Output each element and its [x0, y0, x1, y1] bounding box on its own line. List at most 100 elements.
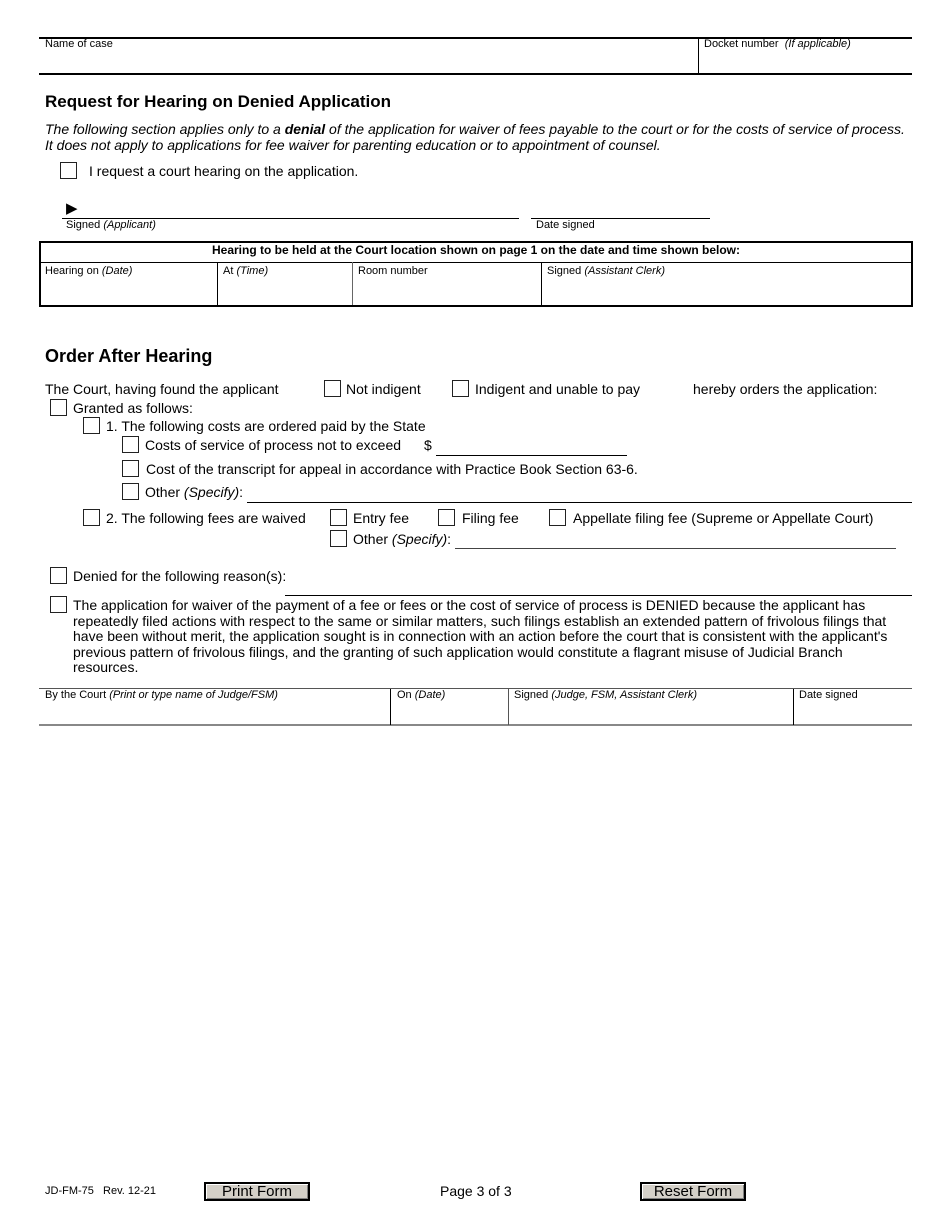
hearing-box-divider — [41, 262, 911, 263]
room-number-label: Room number — [358, 265, 428, 277]
case-header-divider — [698, 38, 699, 74]
other-hint: (Specify) — [183, 484, 240, 500]
granted-checkbox[interactable] — [50, 399, 67, 416]
by-court-hint: (Print or type name of Judge/FSM) — [109, 689, 278, 701]
denied-frivolous-text: The application for waiver of the paymen… — [73, 597, 888, 675]
signature-row-bottom — [39, 724, 912, 726]
intro-line2: It does not apply to applications for fe… — [45, 136, 661, 153]
other-fees-label: Other (Specify): — [353, 531, 451, 547]
costs-paid-by-state-checkbox[interactable] — [83, 417, 100, 434]
intro-bold: denial — [284, 121, 326, 137]
order-date-signed-label: Date signed — [799, 689, 858, 701]
dollar-sign: $ — [424, 437, 432, 453]
service-costs-amount-field[interactable] — [436, 437, 626, 454]
indigent-checkbox[interactable] — [452, 380, 469, 397]
denied-checkbox[interactable] — [50, 567, 67, 584]
assistant-clerk-signature-field[interactable] — [543, 278, 909, 303]
clerk-signed-hint: (Assistant Clerk) — [584, 265, 665, 277]
request-hearing-checkbox[interactable] — [60, 162, 77, 179]
hearing-time-field[interactable] — [219, 278, 350, 303]
by-court-text: By the Court — [45, 689, 110, 701]
other-costs-line — [247, 502, 912, 503]
hearing-col-divider-3 — [541, 262, 542, 305]
hearing-box-title: Hearing to be held at the Court location… — [211, 243, 741, 257]
hearing-on-label: Hearing on (Date) — [45, 265, 132, 277]
room-number-field[interactable] — [354, 278, 539, 303]
sig-col-divider-1 — [390, 689, 391, 725]
request-intro: The following section applies only to a … — [45, 121, 925, 153]
service-costs-label: Costs of service of process not to excee… — [145, 437, 402, 453]
applicant-signature-field[interactable] — [62, 199, 518, 217]
page-number: Page 3 of 3 — [440, 1183, 512, 1199]
judge-signature-field[interactable] — [510, 702, 791, 723]
court-found-text: The Court, having found the applicant — [45, 381, 279, 397]
at-hint: (Time) — [236, 265, 269, 277]
applicant-date-signed-field[interactable] — [531, 199, 709, 217]
transcript-cost-checkbox[interactable] — [122, 460, 139, 477]
request-hearing-label: I request a court hearing on the applica… — [89, 163, 359, 179]
judge-signed-text: Signed — [514, 689, 552, 701]
judge-signed-hint: (Judge, FSM, Assistant Clerk) — [551, 689, 697, 701]
hearing-date-field[interactable] — [42, 278, 215, 303]
name-of-case-label: Name of case — [45, 38, 113, 50]
denied-label: Denied for the following reason(s): — [73, 568, 287, 584]
form-id: JD-FM-75 Rev. 12-21 — [45, 1185, 157, 1197]
reset-form-button[interactable]: Reset Form — [640, 1182, 746, 1201]
signed-label: Signed — [66, 219, 104, 231]
sig-col-divider-2 — [508, 689, 509, 725]
hearing-col-divider-1 — [217, 262, 218, 305]
order-section-title: Order After Hearing — [45, 346, 213, 366]
docket-number-label: Docket number (If applicable) — [704, 38, 851, 50]
other-fees-field[interactable] — [455, 531, 895, 548]
request-section-title: Request for Hearing on Denied Applicatio… — [45, 92, 392, 111]
appellate-fee-label: Appellate filing fee (Supreme or Appella… — [573, 510, 874, 526]
sig-col-divider-3 — [793, 689, 794, 725]
intro-part2: of the application for waiver of fees pa… — [325, 121, 905, 137]
hereby-orders-text: hereby orders the application: — [693, 381, 878, 397]
hearing-col-divider-2 — [352, 262, 353, 305]
denied-reason-line — [285, 595, 912, 596]
filing-fee-checkbox[interactable] — [438, 509, 455, 526]
signed-hint: (Applicant) — [103, 219, 156, 231]
entry-fee-checkbox[interactable] — [330, 509, 347, 526]
other-costs-label: Other (Specify): — [145, 484, 243, 500]
print-form-button[interactable]: Print Form — [204, 1182, 310, 1201]
fees-waived-checkbox[interactable] — [83, 509, 100, 526]
judge-name-field[interactable] — [40, 702, 388, 723]
clerk-signed-text: Signed — [547, 265, 585, 277]
denied-frivolous-checkbox[interactable] — [50, 596, 67, 613]
docket-number-field[interactable] — [700, 50, 910, 72]
other-colon: : — [239, 484, 244, 500]
transcript-cost-label: Cost of the transcript for appeal in acc… — [146, 461, 638, 477]
assistant-clerk-signed-label: Signed (Assistant Clerk) — [547, 265, 665, 277]
docket-hint: (If applicable) — [784, 38, 851, 50]
entry-fee-label: Entry fee — [353, 510, 410, 526]
name-of-case-field[interactable] — [40, 50, 696, 72]
not-indigent-checkbox[interactable] — [324, 380, 341, 397]
other-fees-hint: (Specify) — [391, 531, 448, 547]
order-date-field[interactable] — [392, 702, 506, 723]
appellate-fee-checkbox[interactable] — [549, 509, 566, 526]
signed-applicant-label: Signed (Applicant) — [66, 219, 156, 231]
on-date-label: On (Date) — [397, 689, 445, 701]
hearing-on-hint: (Date) — [101, 265, 133, 277]
service-costs-checkbox[interactable] — [122, 436, 139, 453]
on-hint: (Date) — [414, 689, 446, 701]
hearing-on-text: Hearing on — [45, 265, 102, 277]
on-text: On — [397, 689, 415, 701]
filing-fee-label: Filing fee — [462, 510, 519, 526]
judge-signed-label: Signed (Judge, FSM, Assistant Clerk) — [514, 689, 697, 701]
indigent-label: Indigent and unable to pay — [475, 381, 641, 397]
other-costs-field[interactable] — [247, 484, 911, 501]
order-date-signed-field[interactable] — [795, 702, 911, 723]
denied-reason-field[interactable] — [285, 577, 911, 594]
not-indigent-label: Not indigent — [346, 381, 421, 397]
other-fees-line — [455, 548, 896, 549]
docket-label-text: Docket number — [704, 38, 779, 50]
at-text: At — [223, 265, 237, 277]
other-fees-checkbox[interactable] — [330, 530, 347, 547]
other-costs-checkbox[interactable] — [122, 483, 139, 500]
date-signed-label: Date signed — [536, 219, 595, 231]
by-court-label: By the Court (Print or type name of Judg… — [45, 689, 278, 701]
other-text: Other — [145, 484, 184, 500]
